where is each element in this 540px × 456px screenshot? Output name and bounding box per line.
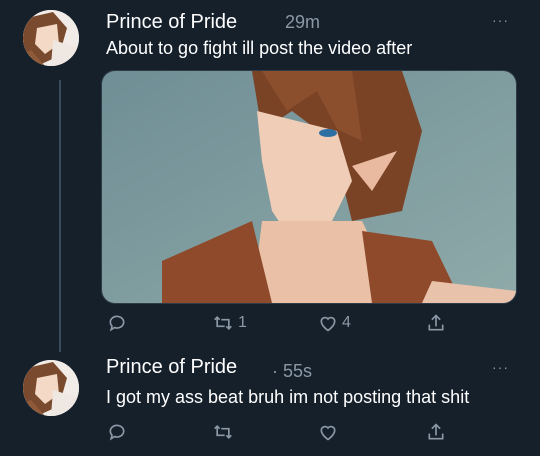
retweet-count: 1 [238,314,247,331]
retweet-button[interactable]: 1 [212,313,247,333]
retweet-icon [214,315,232,331]
like-button[interactable]: 4 [318,313,351,333]
reply-icon [109,315,125,332]
thread-connector-line [59,80,61,352]
more-options-icon[interactable]: ··· [492,359,509,375]
like-icon [320,425,336,441]
avatar-portrait-image [23,10,79,66]
avatar-portrait-image [23,360,79,416]
illustration-image [102,71,516,303]
like-button[interactable] [318,422,342,442]
tweet-timestamp[interactable]: 29m [285,12,320,33]
retweet-icon [214,424,232,440]
avatar[interactable] [23,10,79,66]
tweet-media-image[interactable] [101,70,517,304]
share-button[interactable] [426,313,446,333]
reply-icon [109,424,125,441]
avatar[interactable] [23,360,79,416]
more-options-icon[interactable]: ··· [492,12,509,28]
tweet-timestamp[interactable]: · 55s [272,361,312,382]
reply-button[interactable] [107,313,127,333]
tweet-author-name[interactable]: Prince of Pride [106,11,237,34]
share-button[interactable] [426,422,446,442]
like-count: 4 [342,314,351,331]
tweet-text: About to go fight ill post the video aft… [106,38,413,58]
retweet-button[interactable] [212,422,238,442]
share-icon [428,314,444,331]
tweet-author-name[interactable]: Prince of Pride [106,356,237,379]
reply-button[interactable] [107,422,127,442]
share-icon [428,423,444,440]
like-icon [320,316,336,332]
tweet-text: I got my ass beat bruh im not posting th… [106,387,470,407]
